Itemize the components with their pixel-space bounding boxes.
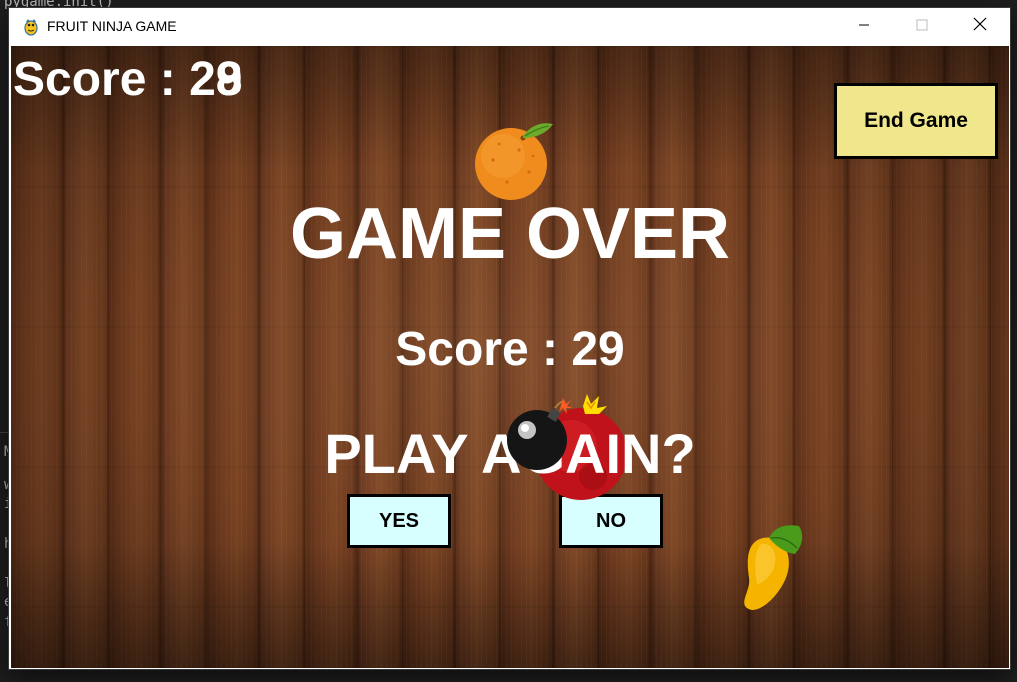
live-score-display: Score : 28 9: [13, 56, 242, 104]
window-titlebar[interactable]: FRUIT NINJA GAME: [9, 8, 1010, 45]
window-title: FRUIT NINJA GAME: [47, 18, 177, 34]
live-score-overlapping-digits: 89: [216, 56, 243, 104]
close-button[interactable]: [951, 8, 1009, 45]
bomb-icon: [505, 396, 575, 477]
minimize-button[interactable]: [835, 8, 893, 45]
maximize-button[interactable]: [893, 8, 951, 45]
game-over-title: GAME OVER: [289, 194, 731, 274]
close-icon: [973, 17, 987, 36]
maximize-icon: [916, 18, 928, 36]
final-score-text: Score : 29: [395, 323, 625, 376]
orange-fruit-icon: [473, 120, 553, 207]
live-score-digit-new: 9: [215, 53, 243, 106]
end-game-button[interactable]: End Game: [834, 83, 998, 159]
game-canvas[interactable]: Score : 28 9 End Game GAME OVER Score : 2…: [11, 46, 1009, 668]
pygame-snake-icon: [22, 18, 40, 36]
live-score-label: Score : 2: [13, 53, 216, 106]
mango-fruit-icon: [733, 524, 807, 619]
game-window: FRUIT NINJA GAME Score : 28 9 End Game G…: [9, 8, 1010, 669]
yes-button[interactable]: YES: [347, 494, 451, 548]
minimize-icon: [858, 18, 870, 36]
